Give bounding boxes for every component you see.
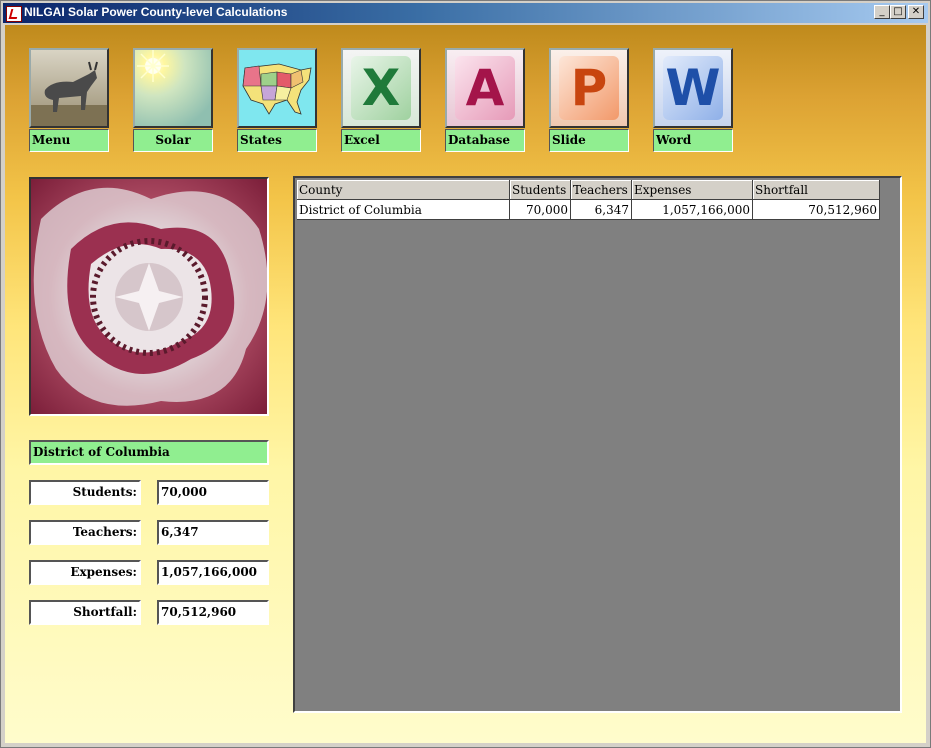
word-letter: W: [665, 59, 721, 117]
states-button[interactable]: States: [237, 48, 317, 154]
close-button[interactable]: ✕: [908, 5, 924, 19]
client-area: Menu Solar States X Excel A Database P S…: [5, 25, 926, 743]
cell-students[interactable]: 70,000: [509, 199, 571, 220]
shortfall-label: Shortfall:: [29, 600, 141, 625]
solar-label: Solar: [133, 129, 213, 152]
expenses-value[interactable]: 1,057,166,000: [157, 560, 269, 585]
teachers-label: Teachers:: [29, 520, 141, 545]
nilgai-antelope-icon: [29, 48, 109, 128]
students-label: Students:: [29, 480, 141, 505]
title-bar[interactable]: NILGAI Solar Power County-level Calculat…: [3, 3, 928, 23]
cell-teachers[interactable]: 6,347: [570, 199, 632, 220]
excel-letter: X: [361, 59, 401, 117]
powerpoint-icon: P: [549, 48, 629, 128]
app-window: NILGAI Solar Power County-level Calculat…: [0, 0, 931, 748]
window-title: NILGAI Solar Power County-level Calculat…: [24, 5, 288, 19]
expenses-label: Expenses:: [29, 560, 141, 585]
county-name: District of Columbia: [29, 440, 269, 465]
column-header-expenses[interactable]: Expenses: [631, 180, 753, 200]
solar-button[interactable]: Solar: [133, 48, 213, 154]
minimize-button[interactable]: _: [874, 5, 890, 19]
slide-letter: P: [570, 59, 608, 117]
cell-shortfall[interactable]: 70,512,960: [752, 199, 880, 220]
states-label: States: [237, 129, 317, 152]
cell-county[interactable]: District of Columbia: [297, 199, 510, 220]
menu-label: Menu: [29, 129, 109, 152]
data-grid[interactable]: County Students Teachers Expenses Shortf…: [293, 176, 902, 713]
slide-label: Slide: [549, 129, 629, 152]
column-header-teachers[interactable]: Teachers: [570, 180, 632, 200]
menu-button[interactable]: Menu: [29, 48, 109, 154]
teachers-value[interactable]: 6,347: [157, 520, 269, 545]
excel-button[interactable]: X Excel: [341, 48, 421, 154]
maximize-button[interactable]: □: [890, 5, 906, 19]
word-button[interactable]: W Word: [653, 48, 733, 154]
access-database-icon: A: [445, 48, 525, 128]
app-icon[interactable]: [6, 6, 22, 22]
database-label: Database: [445, 129, 525, 152]
database-button[interactable]: A Database: [445, 48, 525, 154]
slide-button[interactable]: P Slide: [549, 48, 629, 154]
cell-expenses[interactable]: 1,057,166,000: [631, 199, 753, 220]
excel-label: Excel: [341, 129, 421, 152]
database-letter: A: [465, 59, 505, 117]
column-header-county[interactable]: County: [297, 180, 510, 200]
us-states-map-icon: [237, 48, 317, 128]
students-value[interactable]: 70,000: [157, 480, 269, 505]
excel-icon: X: [341, 48, 421, 128]
word-label: Word: [653, 129, 733, 152]
shortfall-value[interactable]: 70,512,960: [157, 600, 269, 625]
sun-icon: [133, 48, 213, 128]
column-header-students[interactable]: Students: [509, 180, 571, 200]
fractal-image: [29, 177, 269, 416]
county-table: County Students Teachers Expenses Shortf…: [297, 180, 880, 220]
column-header-shortfall[interactable]: Shortfall: [752, 180, 880, 200]
table-header-row: County Students Teachers Expenses Shortf…: [297, 180, 880, 200]
table-row[interactable]: District of Columbia 70,000 6,347 1,057,…: [297, 199, 880, 220]
word-icon: W: [653, 48, 733, 128]
